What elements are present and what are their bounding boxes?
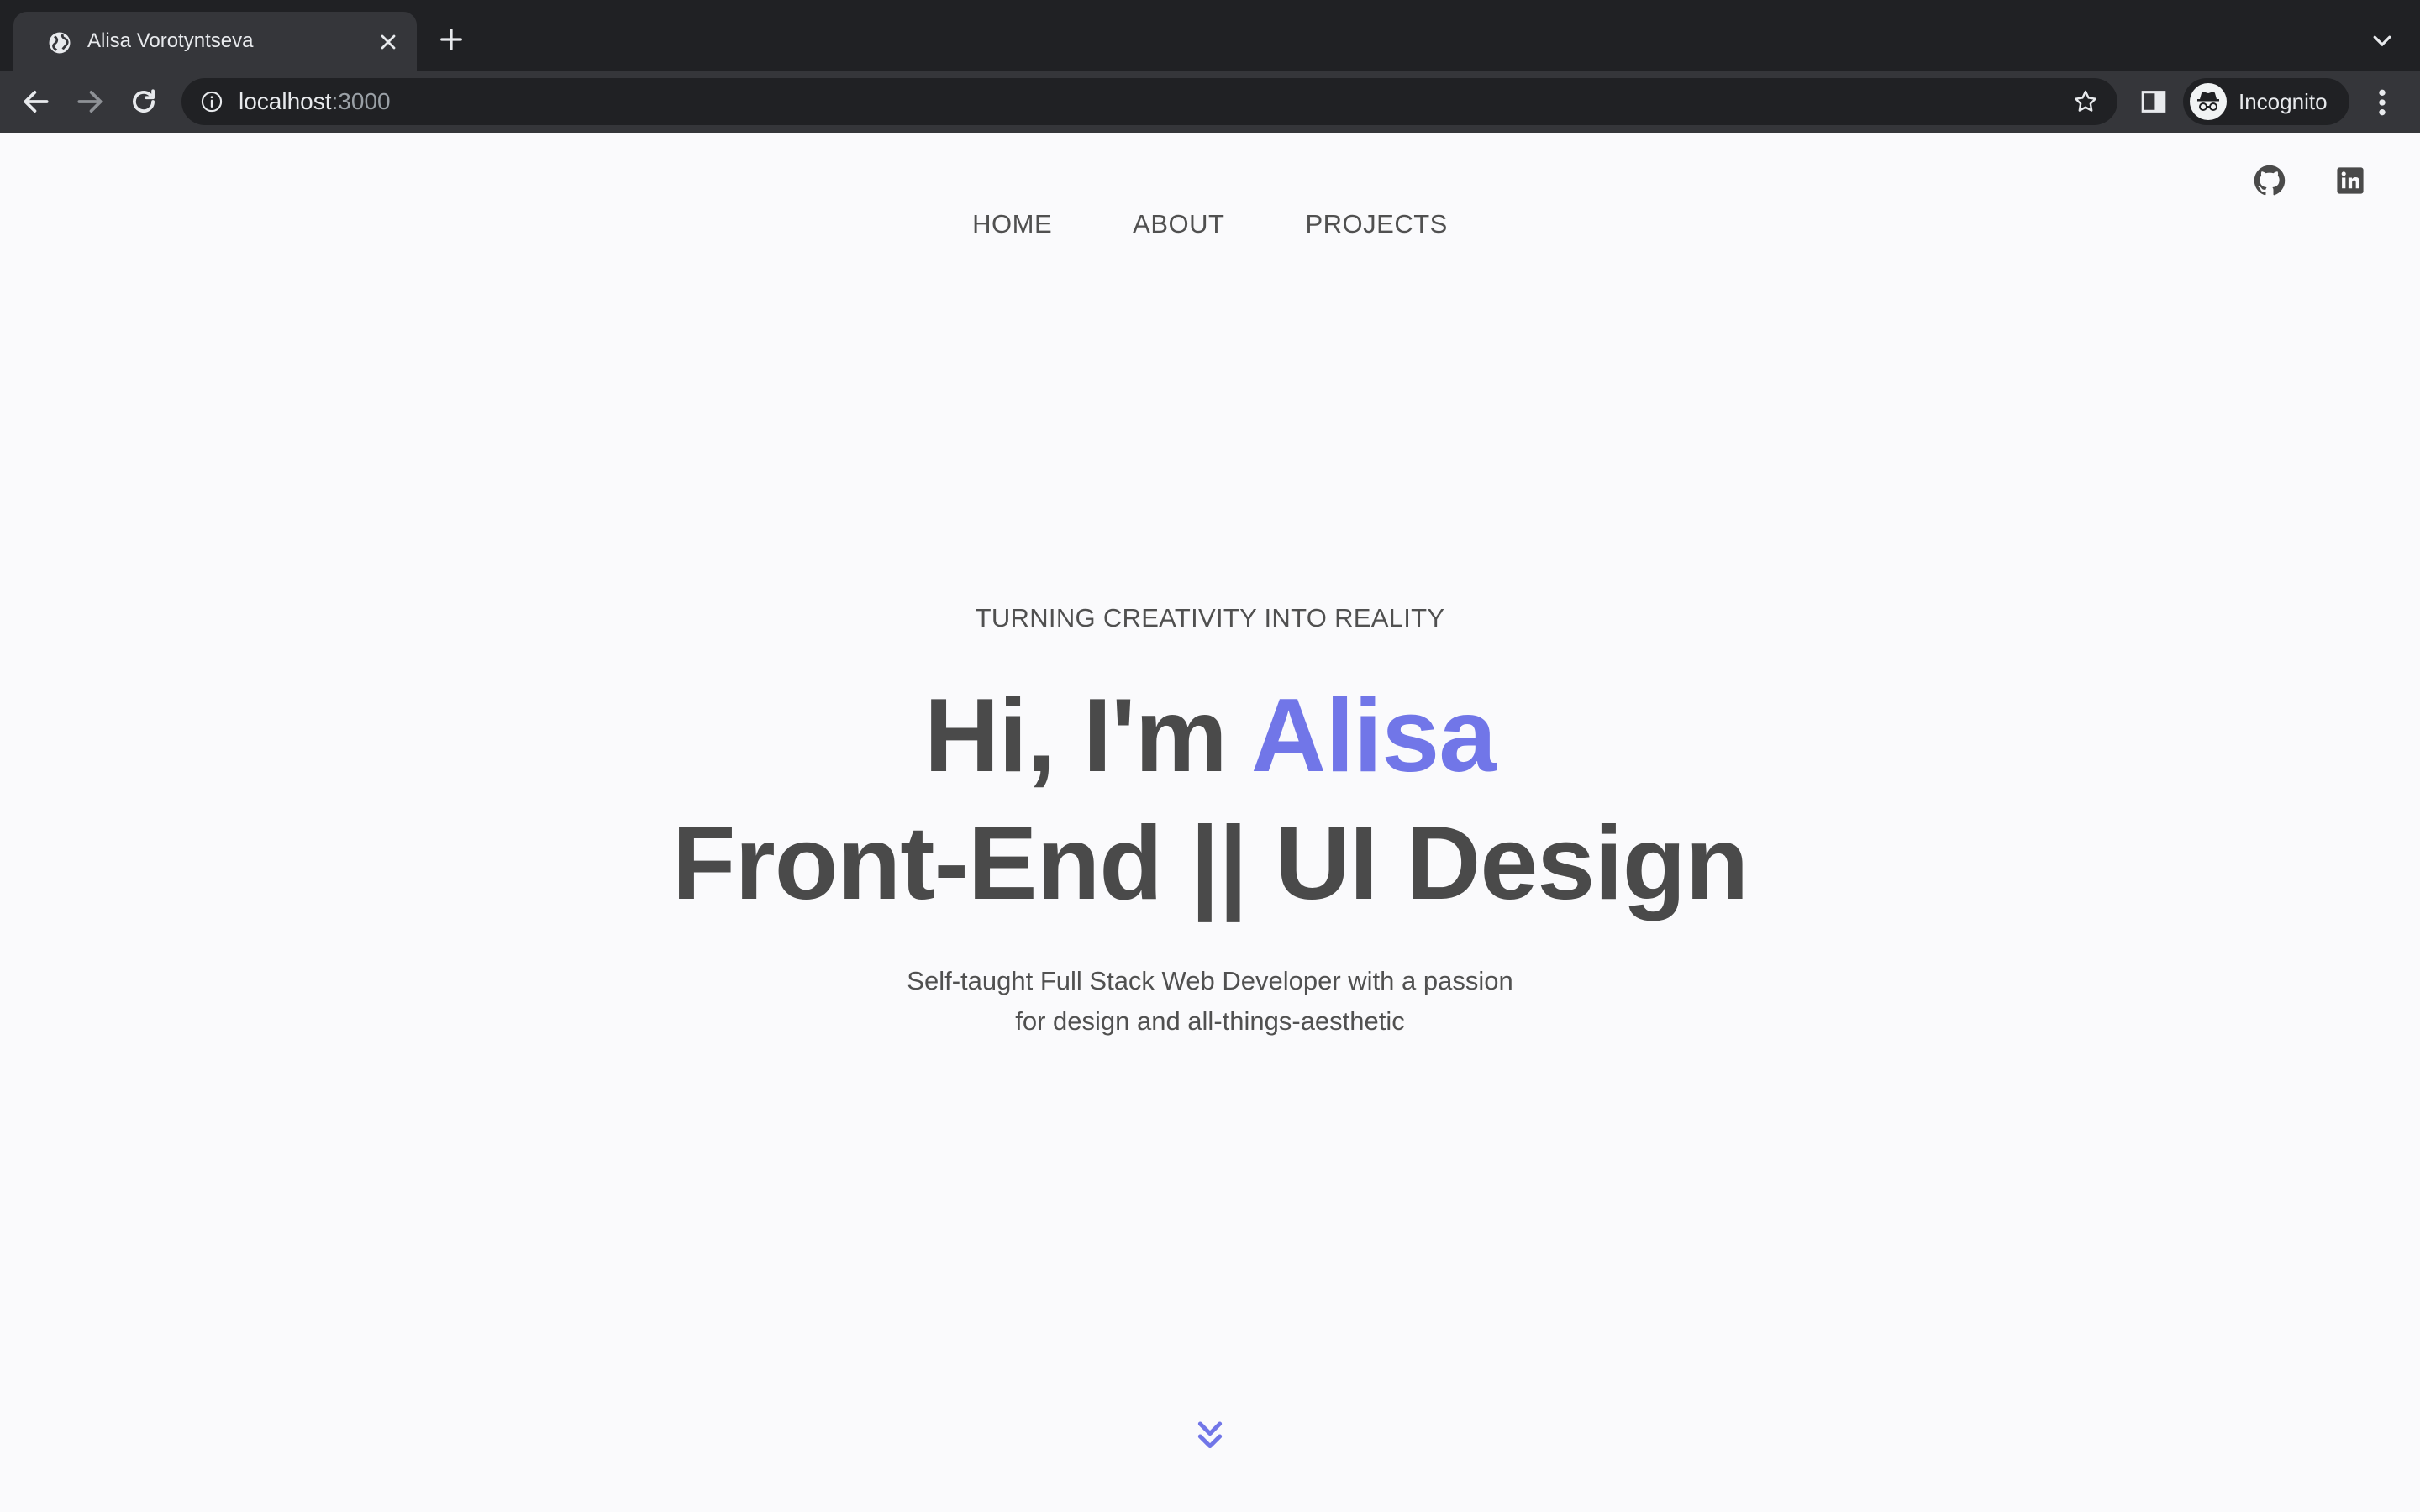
browser-tab[interactable]: Alisa Vorotyntseva [13,12,417,71]
github-icon[interactable] [2254,165,2286,197]
chevron-down-icon[interactable] [2370,30,2395,50]
hero-role: Front-End || UI Design [671,806,1749,921]
incognito-label: Incognito [2238,89,2328,114]
close-icon[interactable] [376,30,400,54]
hero-subtitle: Self-taught Full Stack Web Developer wit… [0,961,2420,1042]
hero-tagline: TURNING CREATIVITY INTO REALITY [975,603,1445,633]
tab-title: Alisa Vorotyntseva [87,29,254,52]
incognito-avatar [2190,83,2227,120]
incognito-icon [2197,92,2219,111]
url-host: localhost [239,88,332,114]
double-chevron-down-icon[interactable] [1193,1418,1227,1455]
nav-link-projects[interactable]: PROJECTS [1305,203,1447,245]
browser-toolbar: localhost:3000 Incognito [0,71,2420,133]
url-text[interactable]: localhost:3000 [239,78,391,125]
hero-name: Alisa [1250,678,1497,794]
page-viewport: HOME ABOUT PROJECTS TURNING CREATIVITY I… [0,133,2420,1512]
linkedin-icon[interactable] [2336,166,2365,195]
nav-link-about[interactable]: ABOUT [1133,203,1224,245]
subtitle-line-2: for design and all-things-aesthetic [1015,1006,1405,1036]
browser-tabstrip: Alisa Vorotyntseva [0,0,2420,71]
kebab-menu-icon[interactable] [2370,86,2395,119]
globe-icon [49,32,71,54]
back-arrow-icon[interactable] [20,86,52,118]
address-bar[interactable]: localhost:3000 [182,78,2118,125]
new-tab-icon[interactable] [439,27,464,52]
hero-greeting: Hi, I'm Alisa [0,677,2420,795]
reload-icon[interactable] [128,86,160,118]
info-icon[interactable] [200,90,224,113]
bookmark-star-icon[interactable] [2072,88,2099,115]
subtitle-line-1: Self-taught Full Stack Web Developer wit… [907,966,1513,995]
nav-link-home[interactable]: HOME [972,203,1052,245]
incognito-profile-button[interactable]: Incognito [2183,78,2349,125]
greeting-text: Hi, I'm [923,678,1251,794]
url-port: :3000 [331,88,391,114]
forward-arrow-icon[interactable] [74,86,106,118]
side-panel-icon[interactable] [2139,87,2168,116]
site-navigation: HOME ABOUT PROJECTS [0,203,2420,245]
